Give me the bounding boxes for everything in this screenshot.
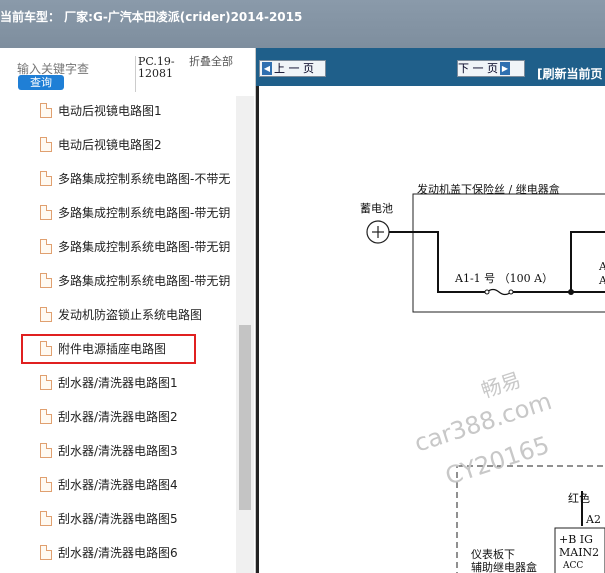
document-icon <box>40 374 52 390</box>
fold-all-button[interactable]: 折叠全部 <box>189 56 233 68</box>
list-item[interactable]: 刮水器/清洗器电路图4 <box>40 474 236 494</box>
fuse-label: A1-1 号 （100 A） <box>455 272 554 285</box>
title-bar: 当前车型： 厂家:G-广汽本田凌派(crider)2014-2015 <box>0 0 605 48</box>
list-item[interactable]: 刮水器/清洗器电路图1 <box>40 372 236 392</box>
query-button[interactable]: 查询 <box>18 75 64 90</box>
document-icon <box>40 306 52 322</box>
list-item[interactable]: 多路集成控制系统电路图-带无钥 <box>40 202 236 222</box>
list-item[interactable]: 电动后视镜电路图2 <box>40 134 236 154</box>
document-icon <box>40 238 52 254</box>
fuse-box-title: 发动机盖下保险丝 / 继电器盒 <box>417 183 560 196</box>
list-item[interactable]: 刮水器/清洗器电路图6 <box>40 542 236 562</box>
wire-color-label: 红色 <box>568 492 590 505</box>
next-page-button[interactable]: 下 一 页 ▶ <box>457 60 525 77</box>
list-item[interactable]: 发动机防盗锁止系统电路图 <box>40 304 236 324</box>
circuit-diagram <box>366 193 605 573</box>
left-panel: 查询 PC.19-12081 折叠全部 电动后视镜电路图1 电动后视镜电路图2 … <box>0 48 256 573</box>
diagram-viewer[interactable]: 发动机盖下保险丝 / 继电器盒 蓄电池 A1-1 号 （100 A） A A 红… <box>256 86 605 573</box>
document-icon <box>40 442 52 458</box>
right-label-a: A <box>599 260 605 273</box>
document-icon <box>40 204 52 220</box>
list-item[interactable]: 多路集成控制系统电路图-带无钥 <box>40 236 236 256</box>
list-item[interactable]: 刮水器/清洗器电路图3 <box>40 440 236 460</box>
list-item[interactable]: 多路集成控制系统电路图-不带无 <box>40 168 236 188</box>
document-icon <box>40 544 52 560</box>
list-item[interactable]: 多路集成控制系统电路图-带无钥 <box>40 270 236 290</box>
document-icon <box>40 510 52 526</box>
document-icon <box>40 136 52 152</box>
document-icon <box>40 408 52 424</box>
list-item[interactable]: 刮水器/清洗器电路图2 <box>40 406 236 426</box>
tree-scrollbar[interactable] <box>236 96 254 573</box>
module-label-2: MAIN2 <box>559 546 600 559</box>
document-icon <box>40 272 52 288</box>
fuse-box-outline <box>412 193 605 313</box>
document-icon <box>40 476 52 492</box>
connector-label: A2 <box>586 513 601 526</box>
module-label-1: +B IG <box>559 533 593 546</box>
list-item[interactable]: 电动后视镜电路图1 <box>40 100 236 120</box>
list-item[interactable]: 刮水器/清洗器电路图5 <box>40 508 236 528</box>
viewer-toolbar: ◀ 上 一 页 下 一 页 ▶ [刷新当前页 <box>256 48 605 86</box>
document-icon <box>40 170 52 186</box>
refresh-page-link[interactable]: [刷新当前页 <box>537 65 603 82</box>
prev-page-button[interactable]: ◀ 上 一 页 <box>259 60 326 77</box>
selection-highlight <box>21 334 196 364</box>
arrow-right-icon: ▶ <box>500 62 510 75</box>
scrollbar-thumb[interactable] <box>239 325 251 510</box>
battery-label: 蓄电池 <box>360 202 393 215</box>
document-icon <box>40 102 52 118</box>
module-label-3: ACC <box>563 561 584 571</box>
fuse-symbol <box>486 288 512 296</box>
sub-box-label-2: 辅助继电器盒 <box>471 561 537 573</box>
pc-code-label: PC.19-12081 <box>135 56 183 92</box>
arrow-left-icon: ◀ <box>262 62 272 75</box>
current-model-title: 当前车型： 厂家:G-广汽本田凌派(crider)2014-2015 <box>0 10 303 24</box>
right-label-a2: A <box>599 274 605 287</box>
